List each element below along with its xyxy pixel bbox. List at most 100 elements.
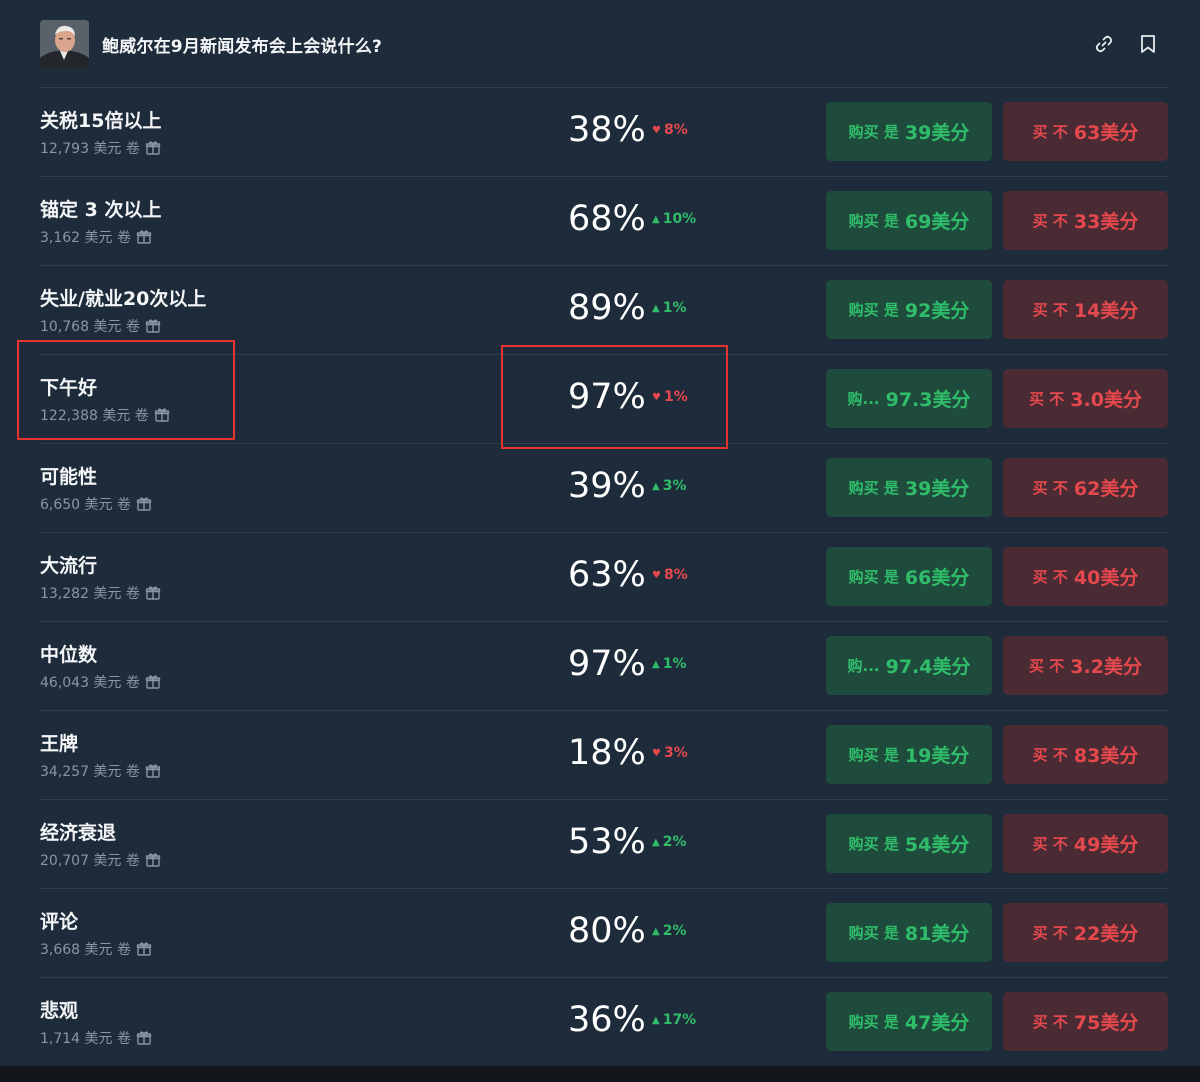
buy-no-price: 3.0美分 xyxy=(1070,389,1142,411)
arrow-up-icon: ▲ xyxy=(652,213,660,225)
market-name: 下午好 xyxy=(40,377,98,399)
volume-text: 3,668 美元 卷 xyxy=(40,942,131,958)
gift-icon xyxy=(136,229,152,245)
buy-yes-price: 19美分 xyxy=(904,745,970,767)
volume-text: 3,162 美元 卷 xyxy=(40,230,131,246)
buy-no-label: 买 不 xyxy=(1032,301,1068,319)
buy-yes-label: 购买 是 xyxy=(848,212,899,230)
buy-no-label: 买 不 xyxy=(1032,212,1068,230)
buy-no-price: 63美分 xyxy=(1073,122,1139,144)
buy-no-label: 买 不 xyxy=(1032,479,1068,497)
buy-no-button[interactable]: 买 不 75美分 xyxy=(1003,992,1168,1051)
buy-yes-price: 47美分 xyxy=(904,1012,970,1034)
arrow-up-icon: ▲ xyxy=(652,925,660,937)
buy-yes-button[interactable]: 购... 97.4美分 xyxy=(826,636,992,695)
buy-no-button[interactable]: 买 不 83美分 xyxy=(1003,725,1168,784)
page-title: 鲍威尔在9月新闻发布会上会说什么? xyxy=(102,36,383,57)
buy-no-label: 买 不 xyxy=(1032,924,1068,942)
change-value: 2% xyxy=(662,923,687,939)
buy-no-button[interactable]: 买 不 22美分 xyxy=(1003,903,1168,962)
header-actions xyxy=(1092,32,1160,56)
buy-no-label: 买 不 xyxy=(1029,657,1065,675)
market-name: 可能性 xyxy=(40,466,98,488)
buy-yes-price: 69美分 xyxy=(904,211,970,233)
change-value: 10% xyxy=(662,211,697,227)
buy-no-price: 33美分 xyxy=(1073,211,1139,233)
buy-no-price: 40美分 xyxy=(1073,567,1139,589)
market-row: 经济衰退 20,707 美元 卷 53% ▲ 2% 购买 是 54美分 买 不 … xyxy=(40,800,1168,889)
gift-icon xyxy=(145,763,161,779)
market-name: 失业/就业20次以上 xyxy=(40,288,207,310)
market-probability: 80% xyxy=(568,911,646,951)
probability-change: ▲ 2% xyxy=(652,923,686,939)
buy-yes-button[interactable]: 购买 是 81美分 xyxy=(826,903,992,962)
arrow-down-icon: ♥ xyxy=(652,747,661,759)
buy-no-button[interactable]: 买 不 3.0美分 xyxy=(1003,369,1168,428)
gift-icon xyxy=(136,496,152,512)
buy-yes-label: 购买 是 xyxy=(848,1013,899,1031)
buy-no-button[interactable]: 买 不 3.2美分 xyxy=(1003,636,1168,695)
buy-no-button[interactable]: 买 不 14美分 xyxy=(1003,280,1168,339)
buy-no-button[interactable]: 买 不 63美分 xyxy=(1003,102,1168,161)
buy-yes-button[interactable]: 购买 是 39美分 xyxy=(826,102,992,161)
probability-change: ♥ 8% xyxy=(652,567,688,583)
probability-change: ▲ 1% xyxy=(652,300,686,316)
market-page: 鲍威尔在9月新闻发布会上会说什么? 关税15倍以上 12,793 美元 卷 38… xyxy=(0,0,1200,1082)
arrow-up-icon: ▲ xyxy=(652,302,660,314)
buy-yes-price: 39美分 xyxy=(904,478,970,500)
buy-no-price: 75美分 xyxy=(1073,1012,1139,1034)
gift-icon xyxy=(136,941,152,957)
change-value: 8% xyxy=(663,567,688,583)
probability-change: ▲ 2% xyxy=(652,834,686,850)
market-row: 大流行 13,282 美元 卷 63% ♥ 8% 购买 是 66美分 买 不 4… xyxy=(40,533,1168,622)
market-volume: 6,650 美元 卷 xyxy=(40,494,152,514)
buy-yes-button[interactable]: 购买 是 47美分 xyxy=(826,992,992,1051)
probability-change: ▲ 17% xyxy=(652,1012,696,1028)
buy-no-label: 买 不 xyxy=(1029,390,1065,408)
market-volume: 46,043 美元 卷 xyxy=(40,672,161,692)
market-volume: 34,257 美元 卷 xyxy=(40,761,161,781)
market-probability: 39% xyxy=(568,466,646,506)
probability-change: ▲ 1% xyxy=(652,656,686,672)
buy-yes-button[interactable]: 购买 是 92美分 xyxy=(826,280,992,339)
market-probability: 63% xyxy=(568,555,646,595)
buy-yes-label: 购买 是 xyxy=(848,301,899,319)
market-header: 鲍威尔在9月新闻发布会上会说什么? xyxy=(40,19,1168,69)
buy-no-button[interactable]: 买 不 49美分 xyxy=(1003,814,1168,873)
buy-yes-button[interactable]: 购买 是 69美分 xyxy=(826,191,992,250)
market-name: 关税15倍以上 xyxy=(40,110,162,132)
buy-yes-label: 购买 是 xyxy=(848,568,899,586)
market-name: 锚定 3 次以上 xyxy=(40,199,162,221)
market-row: 评论 3,668 美元 卷 80% ▲ 2% 购买 是 81美分 买 不 22美… xyxy=(40,889,1168,978)
market-probability: 38% xyxy=(568,110,646,150)
arrow-up-icon: ▲ xyxy=(652,480,660,492)
buy-yes-button[interactable]: 购... 97.3美分 xyxy=(826,369,992,428)
buy-yes-button[interactable]: 购买 是 39美分 xyxy=(826,458,992,517)
buy-yes-button[interactable]: 购买 是 19美分 xyxy=(826,725,992,784)
arrow-down-icon: ♥ xyxy=(652,391,661,403)
bookmark-icon[interactable] xyxy=(1136,32,1160,56)
market-volume: 122,388 美元 卷 xyxy=(40,405,170,425)
buy-yes-button[interactable]: 购买 是 54美分 xyxy=(826,814,992,873)
volume-text: 6,650 美元 卷 xyxy=(40,497,131,513)
arrow-down-icon: ♥ xyxy=(652,124,661,136)
buy-yes-price: 97.4美分 xyxy=(885,656,971,678)
market-row: 悲观 1,714 美元 卷 36% ▲ 17% 购买 是 47美分 买 不 75… xyxy=(40,978,1168,1067)
buy-no-button[interactable]: 买 不 62美分 xyxy=(1003,458,1168,517)
buy-no-button[interactable]: 买 不 40美分 xyxy=(1003,547,1168,606)
buy-yes-price: 97.3美分 xyxy=(885,389,971,411)
gift-icon xyxy=(145,852,161,868)
market-probability: 53% xyxy=(568,822,646,862)
market-name: 王牌 xyxy=(40,733,79,755)
buy-no-price: 49美分 xyxy=(1073,834,1139,856)
link-icon[interactable] xyxy=(1092,32,1116,56)
market-volume: 3,162 美元 卷 xyxy=(40,227,152,247)
gift-icon xyxy=(145,585,161,601)
buy-no-button[interactable]: 买 不 33美分 xyxy=(1003,191,1168,250)
change-value: 17% xyxy=(662,1012,697,1028)
market-probability: 36% xyxy=(568,1000,646,1040)
market-volume: 13,282 美元 卷 xyxy=(40,583,161,603)
buy-yes-button[interactable]: 购买 是 66美分 xyxy=(826,547,992,606)
gift-icon xyxy=(136,1030,152,1046)
market-probability: 97% xyxy=(568,644,646,684)
